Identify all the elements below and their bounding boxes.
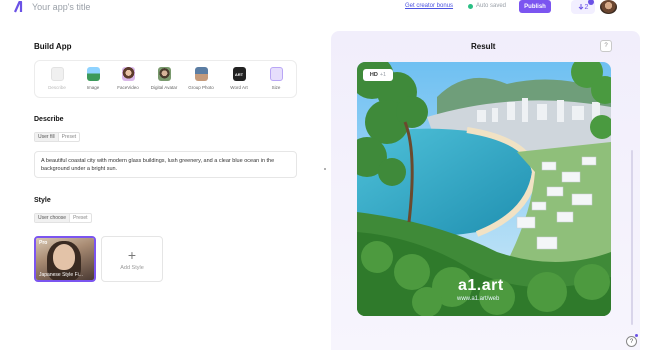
app-type-panel: Describe Image FaceVideo Digital Avatar … — [34, 60, 297, 98]
result-title: Result — [471, 42, 496, 51]
user-avatar[interactable] — [600, 0, 617, 14]
digital-avatar-icon — [157, 67, 171, 81]
pro-badge: Pro — [39, 240, 48, 246]
panel-divider-handle[interactable] — [324, 168, 326, 170]
autosave-status: Auto saved — [468, 3, 506, 9]
document-icon — [50, 67, 64, 81]
word-art-icon: ART — [232, 67, 246, 81]
build-app-title: Build App — [34, 42, 72, 51]
notification-dot — [588, 0, 594, 5]
add-style-button[interactable]: + Add Style — [101, 236, 163, 282]
style-card-face — [53, 244, 75, 270]
style-card-japanese[interactable]: Pro Japanese Style Fi... — [34, 236, 96, 282]
type-facevideo[interactable]: FaceVideo — [115, 67, 141, 90]
app-logo-icon[interactable] — [14, 1, 25, 13]
tab-user-choose[interactable]: User choose — [35, 214, 70, 222]
watermark-text: a1.art — [458, 277, 504, 294]
type-image[interactable]: Image — [80, 67, 106, 90]
help-notification-dot — [635, 334, 638, 337]
result-scrollbar[interactable] — [631, 150, 633, 325]
style-title: Style — [34, 197, 51, 204]
saved-dot-icon — [468, 3, 473, 9]
hd-badge[interactable]: HD +1 — [363, 69, 393, 81]
credits-button[interactable]: 2 — [571, 0, 595, 14]
creator-bonus-link[interactable]: Get creator bonus — [405, 3, 453, 9]
publish-button[interactable]: Publish — [519, 0, 551, 13]
tab-user-fill[interactable]: User fill — [35, 133, 58, 141]
group-photo-icon — [194, 67, 208, 81]
style-tabs: User choose Preset — [34, 213, 92, 223]
download-icon — [578, 3, 583, 10]
type-describe[interactable]: Describe — [44, 67, 70, 90]
top-bar: Your app's title Get creator bonus Auto … — [0, 0, 650, 16]
describe-title: Describe — [34, 116, 64, 123]
prompt-textarea[interactable]: A beautiful coastal city with modern gla… — [34, 151, 297, 178]
hd-label: HD — [369, 72, 378, 78]
autosave-label: Auto saved — [476, 3, 507, 9]
image-icon — [86, 67, 100, 81]
app-title[interactable]: Your app's title — [32, 2, 90, 12]
plus-icon: + — [127, 246, 137, 263]
credits-count: 2 — [584, 3, 589, 11]
type-digital-avatar[interactable]: Digital Avatar — [151, 67, 177, 90]
watermark-subtext: www.a1.art/web — [457, 296, 500, 302]
help-button[interactable]: ? — [626, 334, 638, 347]
hd-count: +1 — [379, 72, 387, 78]
type-size[interactable]: Size — [263, 67, 289, 90]
info-icon[interactable]: ? — [600, 40, 612, 52]
tab-preset[interactable]: Preset — [57, 133, 79, 141]
size-icon — [269, 67, 283, 81]
type-group-photo[interactable]: Group Photo — [188, 67, 214, 90]
face-video-icon — [121, 67, 135, 81]
type-word-art[interactable]: ART Word Art — [226, 67, 252, 90]
add-style-label: Add Style — [120, 264, 144, 271]
style-card-caption: Japanese Style Fi... — [39, 272, 83, 278]
describe-tabs: User fill Preset — [34, 132, 81, 142]
tab-style-preset[interactable]: Preset — [69, 214, 90, 222]
